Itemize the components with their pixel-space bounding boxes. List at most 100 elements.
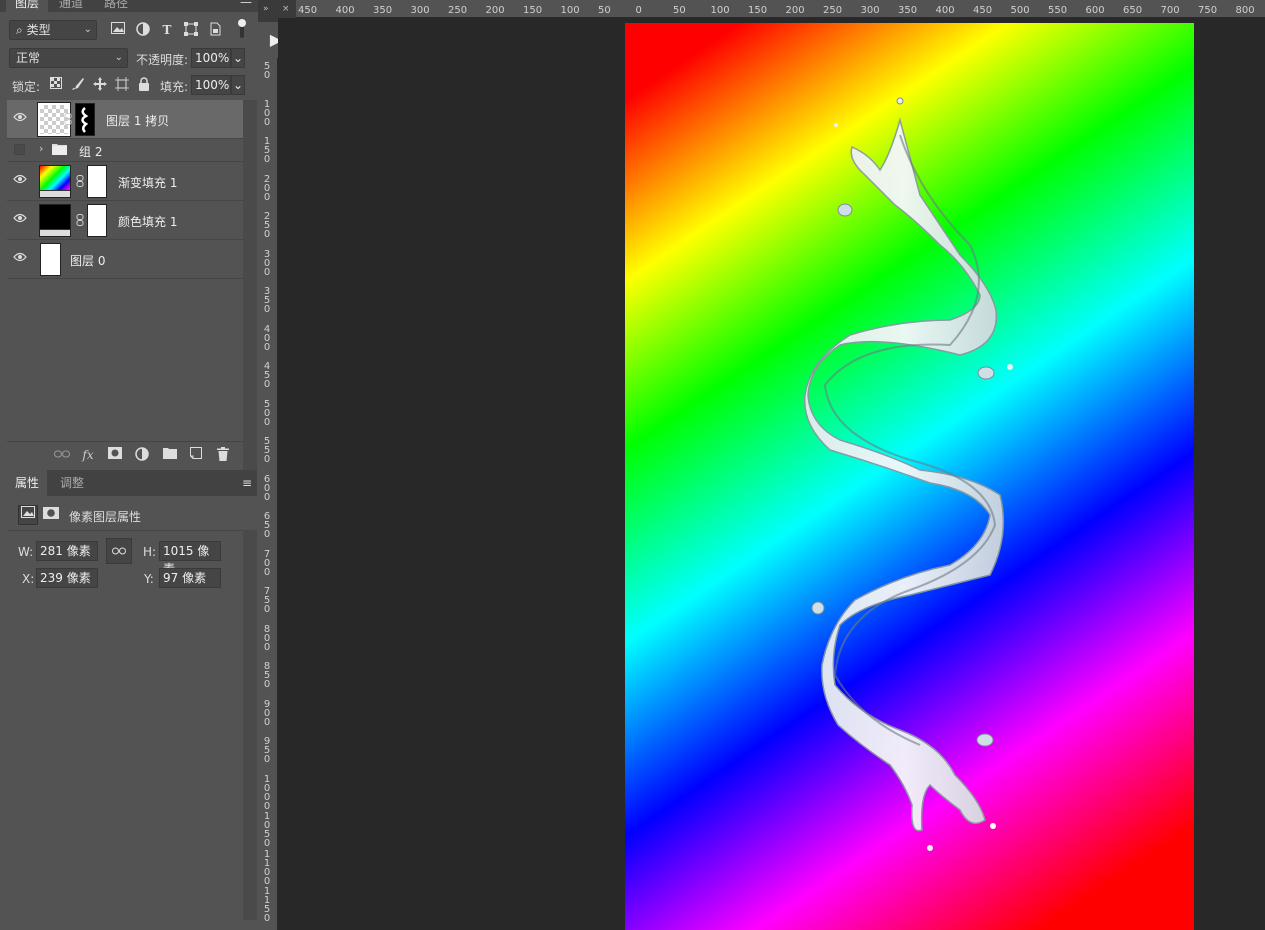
ruler-tick-label: 50	[598, 5, 611, 16]
tab-channels[interactable]: 通道	[50, 0, 92, 12]
y-position-input[interactable]: 97 像素	[159, 568, 221, 588]
height-input[interactable]: 1015 像素	[159, 541, 221, 576]
search-icon: ⌕	[16, 23, 23, 37]
ruler-tick-label: 600	[263, 473, 271, 503]
layers-list: 图层 1 拷贝 › 组 2 渐变填充 1 颜色填充 1 图层 0	[7, 100, 243, 279]
width-input[interactable]: 281 像素	[36, 541, 98, 561]
panel-menu-icon[interactable]: —	[238, 0, 254, 10]
layer-name[interactable]: 图层 0	[70, 252, 105, 269]
properties-title: 像素图层属性	[69, 510, 142, 524]
ruler-tick-label: 500	[263, 398, 271, 428]
chevron-right-icon[interactable]: ›	[39, 142, 43, 155]
chevron-down-icon: ⌄	[114, 52, 123, 63]
layer-row[interactable]: 图层 0	[7, 240, 243, 279]
link-layers-icon[interactable]	[54, 447, 70, 463]
opacity-input[interactable]: 100%	[191, 48, 231, 68]
layer-mask-thumbnail[interactable]	[87, 204, 107, 237]
ruler-tick-label: 100	[263, 98, 271, 128]
chevron-down-icon: ⌄	[83, 24, 92, 35]
ruler-tick-label: 1150	[263, 886, 271, 924]
ruler-tick-label: 650	[263, 511, 271, 540]
layer-name[interactable]: 组 2	[79, 143, 102, 160]
layer-name[interactable]: 图层 1 拷贝	[106, 112, 169, 129]
opacity-dropdown-button[interactable]: ⌄	[231, 48, 245, 68]
layer-name[interactable]: 渐变填充 1	[118, 174, 177, 191]
tab-paths[interactable]: 路径	[95, 0, 137, 12]
ruler-tick-label: 450	[973, 5, 993, 16]
fill-dropdown-button[interactable]: ⌄	[231, 75, 245, 95]
ruler-tick-label: 350	[373, 5, 393, 16]
layer-name[interactable]: 颜色填充 1	[118, 213, 177, 230]
tab-adjustments[interactable]: 调整	[52, 470, 92, 496]
properties-scrollbar[interactable]	[243, 530, 257, 920]
lock-transparent-pixels-icon[interactable]	[48, 77, 64, 93]
gradient-fill-thumbnail[interactable]	[39, 165, 71, 198]
ruler-tick-label: 150	[263, 136, 271, 165]
blend-mode-dropdown[interactable]: 正常 ⌄	[9, 48, 128, 68]
ruler-tick-label: 500	[1010, 5, 1030, 16]
layer-group-row[interactable]: › 组 2	[7, 139, 243, 162]
link-chain-icon[interactable]	[64, 113, 72, 125]
ruler-tick-label: 100	[710, 5, 730, 16]
ruler-tick-label: 550	[263, 436, 271, 465]
lock-all-icon[interactable]	[136, 77, 152, 93]
add-mask-icon[interactable]	[107, 447, 123, 463]
link-chain-icon[interactable]	[76, 214, 84, 226]
layer-mask-thumbnail[interactable]	[75, 103, 95, 136]
new-layer-icon[interactable]	[188, 447, 204, 463]
close-dock-icon[interactable]: ×	[282, 4, 290, 14]
layer-mask-thumbnail[interactable]	[87, 165, 107, 198]
filter-toggle-icon[interactable]	[234, 18, 250, 38]
visibility-eye-icon[interactable]	[13, 112, 29, 126]
lock-position-icon[interactable]	[92, 77, 108, 93]
layer-row[interactable]: 渐变填充 1	[7, 162, 243, 201]
new-adjustment-layer-icon[interactable]	[134, 447, 150, 463]
ruler-tick-label: 900	[263, 698, 271, 728]
layer-row[interactable]: 颜色填充 1	[7, 201, 243, 240]
color-fill-thumbnail[interactable]	[39, 204, 71, 237]
ruler-tick-label: 100	[560, 5, 580, 16]
ruler-tick-label: 400	[935, 5, 955, 16]
lock-image-pixels-icon[interactable]	[70, 77, 86, 93]
delete-layer-trash-icon[interactable]	[215, 447, 231, 463]
filter-shape-icon[interactable]	[183, 22, 199, 38]
ruler-tick-label: 1000	[263, 773, 271, 812]
water-splash-image[interactable]	[800, 95, 1020, 855]
visibility-eye-icon[interactable]	[13, 174, 29, 188]
layer-style-fx-icon[interactable]: fx	[80, 447, 96, 463]
ruler-tick-label: 800	[1235, 5, 1255, 16]
expand-panels-icon[interactable]: »	[263, 4, 269, 14]
adjustment-indicator-icon	[40, 229, 70, 236]
tab-layers[interactable]: 图层	[6, 0, 49, 12]
link-dimensions-icon[interactable]	[106, 538, 132, 564]
lock-label: 锁定:	[12, 80, 41, 94]
link-chain-icon[interactable]	[76, 175, 84, 187]
filter-smart-object-icon[interactable]	[207, 22, 223, 38]
filter-type-icon[interactable]: T	[159, 22, 175, 38]
filter-pixel-icon[interactable]	[110, 22, 126, 38]
horizontal-ruler[interactable]: 450 400 350 300 250 200 150 100 50 0 50 100 150 200 25…	[296, 0, 1265, 18]
ruler-tick-label: 200	[485, 5, 505, 16]
layer-row[interactable]: 图层 1 拷贝	[7, 100, 243, 139]
lock-artboard-icon[interactable]	[114, 77, 130, 93]
ruler-tick-label: 300	[410, 5, 430, 16]
visibility-toggle-empty[interactable]	[14, 144, 25, 155]
layer-filter-dropdown[interactable]: ⌕ 类型 ⌄	[9, 20, 97, 40]
ruler-tick-label: 250	[448, 5, 468, 16]
new-group-folder-icon[interactable]	[162, 447, 178, 463]
layer-thumbnail[interactable]	[40, 243, 61, 276]
vertical-ruler[interactable]: 50 100 150 200 250 300 350 400 450 500 550 600 650 70…	[258, 58, 278, 930]
ruler-tick-label: 400	[263, 323, 271, 353]
ruler-tick-label: 50	[673, 5, 686, 16]
ruler-tick-label: 300	[860, 5, 880, 16]
fill-label: 填充:	[160, 80, 189, 94]
tab-properties[interactable]: 属性	[7, 470, 48, 496]
panel-menu-icon[interactable]: ≡	[239, 475, 255, 491]
x-position-input[interactable]: 239 像素	[36, 568, 98, 588]
ruler-tick-label: 700	[1160, 5, 1180, 16]
filter-adjustment-icon[interactable]	[135, 22, 151, 38]
visibility-eye-icon[interactable]	[13, 252, 29, 266]
fill-input[interactable]: 100%	[191, 75, 231, 95]
ruler-tick-label: 750	[263, 586, 271, 615]
visibility-eye-icon[interactable]	[13, 213, 29, 227]
